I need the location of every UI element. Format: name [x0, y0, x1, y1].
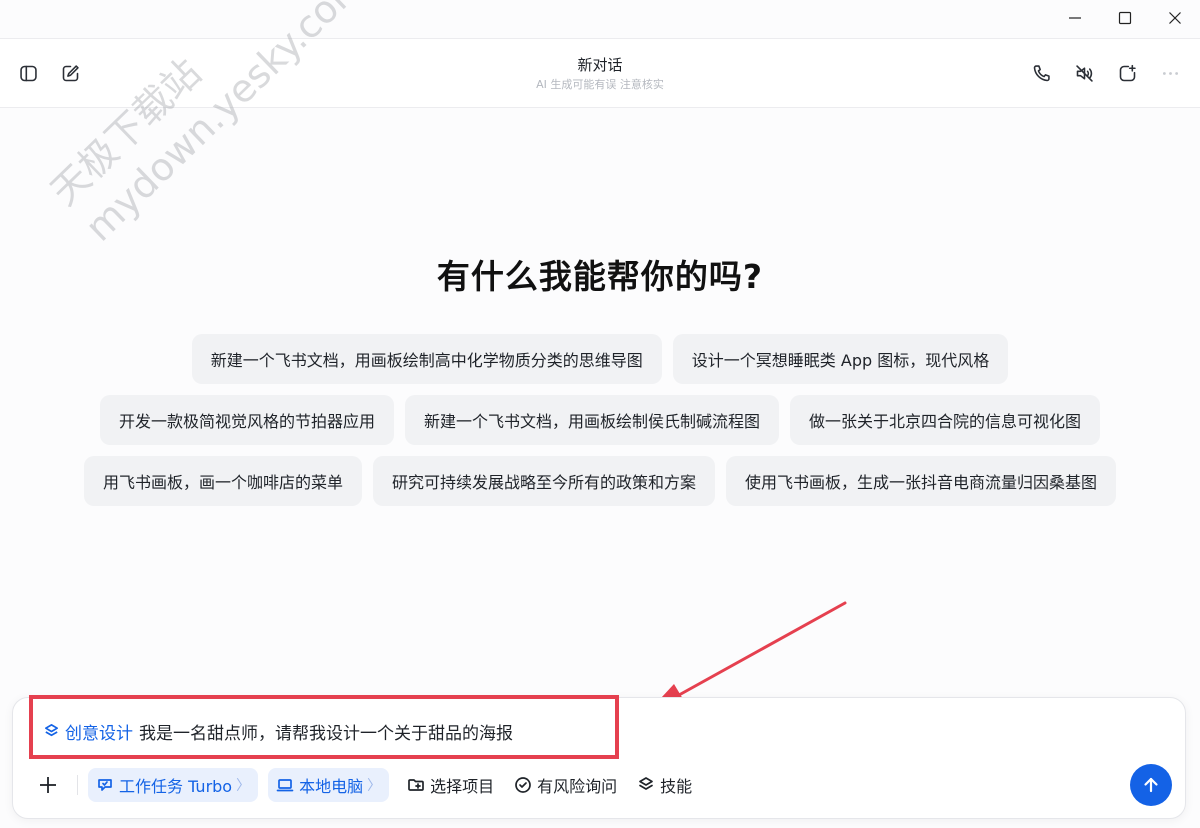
check-circle-icon	[515, 777, 531, 793]
header-right-actions	[1029, 61, 1182, 85]
more-icon	[1162, 71, 1178, 75]
chat-header: 新对话 AI 生成可能有误 注意核实	[0, 38, 1200, 108]
suggestion-row-2: 开发一款极简视觉风格的节拍器应用 新建一个飞书文档，用画板绘制侯氏制碱流程图 做…	[0, 395, 1200, 445]
skill-tag-label: 创意设计	[65, 724, 133, 744]
layers-icon	[639, 777, 654, 790]
suggestion-chip[interactable]: 做一张关于北京四合院的信息可视化图	[790, 395, 1101, 445]
skill-tag[interactable]: 创意设计	[43, 719, 133, 744]
skills-label: 技能	[660, 777, 693, 796]
minimize-icon	[1069, 17, 1081, 19]
suggestion-row-3: 用飞书画板，画一个咖啡店的菜单 研究可持续发展战略至今所有的政策和方案 使用飞书…	[0, 456, 1200, 506]
prompt-text: 我是一名甜点师，请帮我设计一个关于甜品的海报	[139, 724, 513, 744]
composer-toolbar: 工作任务 Turbo 〉 本地电脑 〉 选择项目 有风险询问 技能	[35, 766, 704, 804]
suggestion-chip[interactable]: 开发一款极简视觉风格的节拍器应用	[99, 395, 394, 445]
laptop-icon	[276, 779, 294, 792]
minimize-button[interactable]	[1050, 0, 1100, 36]
skills-button[interactable]: 技能	[629, 768, 700, 802]
more-button[interactable]	[1158, 61, 1182, 85]
new-window-icon	[1119, 64, 1136, 81]
suggestion-chip[interactable]: 研究可持续发展战略至今所有的政策和方案	[372, 456, 715, 506]
risk-inquiry-label: 有风险询问	[537, 777, 618, 796]
suggestion-chip[interactable]: 用飞书画板，画一个咖啡店的菜单	[83, 456, 362, 506]
suggestion-chip[interactable]: 设计一个冥想睡眠类 App 图标，现代风格	[672, 334, 1009, 384]
header-title-block: 新对话 AI 生成可能有误 注意核实	[0, 55, 1200, 93]
close-icon	[1169, 12, 1181, 24]
mute-button[interactable]	[1072, 61, 1096, 85]
maximize-button[interactable]	[1100, 0, 1150, 36]
select-project-label: 选择项目	[430, 777, 495, 796]
voice-call-button[interactable]	[1029, 61, 1053, 85]
add-attachment-button[interactable]	[35, 772, 61, 798]
suggestion-row-1: 新建一个飞书文档，用画板绘制高中化学物质分类的思维导图 设计一个冥想睡眠类 Ap…	[0, 334, 1200, 384]
welcome-heading: 有什么我能帮你的吗?	[436, 257, 764, 296]
window-controls	[1050, 0, 1200, 36]
close-button[interactable]	[1150, 0, 1200, 36]
plus-icon	[40, 777, 56, 793]
suggestion-chip[interactable]: 新建一个飞书文档，用画板绘制侯氏制碱流程图	[404, 395, 779, 445]
select-project-button[interactable]: 选择项目	[399, 768, 502, 802]
prompt-input[interactable]: 创意设计 我是一名甜点师，请帮我设计一个关于甜品的海报	[43, 719, 513, 744]
maximize-icon	[1118, 11, 1132, 25]
phone-icon	[1033, 64, 1050, 81]
task-mode-icon	[98, 779, 112, 791]
ai-disclaimer: AI 生成可能有误 注意核实	[536, 78, 664, 91]
suggestion-chip[interactable]: 使用飞书画板，生成一张抖音电商流量归因桑基图	[726, 456, 1117, 506]
message-composer[interactable]: 创意设计 我是一名甜点师，请帮我设计一个关于甜品的海报 工作任务 Turbo 〉…	[12, 697, 1186, 819]
mode-selector[interactable]: 工作任务 Turbo 〉	[88, 768, 259, 802]
suggestion-chip[interactable]: 新建一个飞书文档，用画板绘制高中化学物质分类的思维导图	[191, 334, 662, 384]
chevron-right-icon: 〉	[367, 778, 382, 794]
send-button[interactable]	[1130, 764, 1172, 806]
new-window-button[interactable]	[1115, 61, 1139, 85]
device-selector[interactable]: 本地电脑 〉	[268, 768, 390, 802]
mute-icon	[1075, 64, 1093, 82]
folder-plus-icon	[408, 779, 424, 791]
layers-icon	[44, 724, 59, 737]
toolbar-divider	[77, 775, 78, 795]
risk-inquiry-button[interactable]: 有风险询问	[506, 768, 625, 802]
mode-label: 工作任务 Turbo	[119, 777, 233, 796]
page-title: 新对话	[577, 56, 623, 74]
chevron-right-icon: 〉	[236, 778, 251, 794]
arrow-up-icon	[1144, 777, 1158, 793]
device-label: 本地电脑	[299, 777, 364, 796]
